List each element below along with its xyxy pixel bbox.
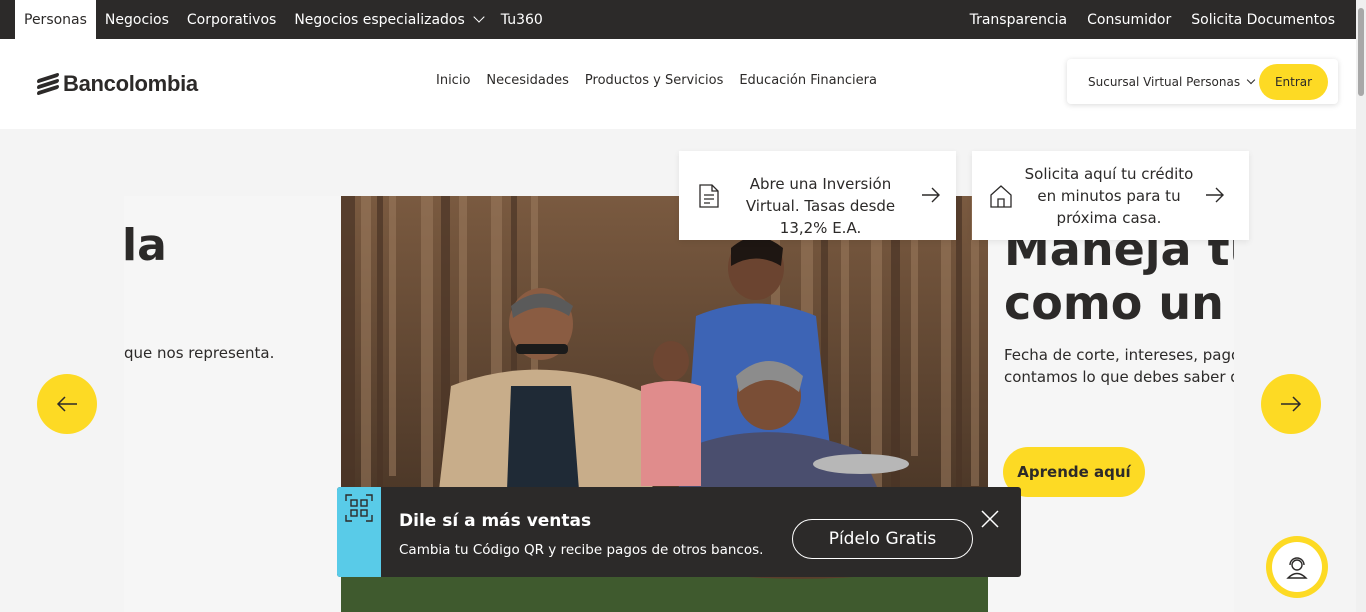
brand-name: Bancolombia xyxy=(63,71,198,96)
top-bar: Personas Negocios Corporativos Negocios … xyxy=(0,0,1356,39)
next-slide-text-line1: Fecha de corte, intereses, pago m xyxy=(1004,346,1234,364)
headset-agent-icon xyxy=(1286,557,1308,579)
quick-card-credito-text: Solicita aquí tu crédito en minutos para… xyxy=(1024,165,1194,227)
entrar-button[interactable]: Entrar xyxy=(1259,64,1328,100)
arrow-left-icon xyxy=(56,396,77,412)
tab-corporativos[interactable]: Corporativos xyxy=(178,0,285,39)
link-solicita-documentos[interactable]: Solicita Documentos xyxy=(1181,0,1345,39)
arrow-right-icon xyxy=(1281,396,1302,412)
carousel-prev-button[interactable] xyxy=(37,374,97,434)
main-nav: Inicio Necesidades Productos y Servicios… xyxy=(428,73,885,88)
qr-code-icon xyxy=(345,494,373,522)
qr-promo-banner: Dile sí a más ventas Cambia tu Código QR… xyxy=(337,487,1021,577)
prev-slide-heading: la xyxy=(124,220,167,271)
house-icon xyxy=(990,185,1012,208)
tab-negocios[interactable]: Negocios xyxy=(96,0,178,39)
carousel-next-button[interactable] xyxy=(1261,374,1321,434)
document-icon xyxy=(699,184,719,208)
chevron-down-icon xyxy=(473,11,485,23)
nav-necesidades[interactable]: Necesidades xyxy=(486,73,569,88)
main-header: Bancolombia Inicio Necesidades Productos… xyxy=(0,39,1356,129)
next-slide-text: Fecha de corte, intereses, pago m contam… xyxy=(1004,344,1234,388)
nav-inicio[interactable]: Inicio xyxy=(436,73,470,88)
next-slide-heading-line2: como un e xyxy=(1004,276,1234,330)
tab-tu360[interactable]: Tu360 xyxy=(492,0,552,39)
arrow-right-icon xyxy=(922,187,940,203)
quick-card-credito[interactable]: Solicita aquí tu crédito en minutos para… xyxy=(972,151,1249,240)
next-slide-text-line2: contamos lo que debes saber de xyxy=(1004,368,1234,386)
sucursal-selector[interactable]: Sucursal Virtual Personas Entrar xyxy=(1067,59,1338,104)
chat-assistant-button[interactable] xyxy=(1266,536,1328,598)
link-transparencia[interactable]: Transparencia xyxy=(960,0,1078,39)
utility-links: Transparencia Consumidor Solicita Docume… xyxy=(960,0,1356,39)
tab-negocios-especializados[interactable]: Negocios especializados xyxy=(285,0,491,39)
bancolombia-logo-icon xyxy=(37,72,59,96)
chevron-down-icon xyxy=(1246,75,1256,84)
prev-slide-text: que nos representa. xyxy=(124,344,275,362)
nav-educacion-financiera[interactable]: Educación Financiera xyxy=(739,73,877,88)
promo-description: Cambia tu Código QR y recibe pagos de ot… xyxy=(399,542,764,558)
sucursal-label: Sucursal Virtual Personas xyxy=(1088,74,1241,89)
nav-productos-servicios[interactable]: Productos y Servicios xyxy=(585,73,723,88)
segment-tabs: Personas Negocios Corporativos Negocios … xyxy=(0,0,552,39)
brand-logo[interactable]: Bancolombia xyxy=(37,71,198,97)
promo-accent-strip xyxy=(337,487,381,577)
scrollbar-thumb[interactable] xyxy=(1358,8,1364,96)
carousel-next-slide: Maneja tu como un e Fecha de corte, inte… xyxy=(988,196,1234,612)
page-scrollbar[interactable] xyxy=(1356,0,1366,612)
arrow-right-icon xyxy=(1206,187,1224,203)
promo-title: Dile sí a más ventas xyxy=(399,511,592,531)
tab-negocios-especializados-label: Negocios especializados xyxy=(294,11,465,28)
pidelo-gratis-button[interactable]: Pídelo Gratis xyxy=(792,519,973,559)
chat-button-inner xyxy=(1272,542,1322,592)
quick-card-inversion-text: Abre una Inversión Virtual. Tasas desde … xyxy=(745,175,896,237)
tab-personas[interactable]: Personas xyxy=(15,0,96,39)
quick-card-inversion[interactable]: Abre una Inversión Virtual. Tasas desde … xyxy=(679,151,956,240)
aprende-aqui-button[interactable]: Aprende aquí xyxy=(1003,447,1145,497)
close-icon[interactable] xyxy=(980,509,1000,529)
carousel-prev-slide: la que nos representa. xyxy=(124,196,341,612)
link-consumidor[interactable]: Consumidor xyxy=(1077,0,1181,39)
